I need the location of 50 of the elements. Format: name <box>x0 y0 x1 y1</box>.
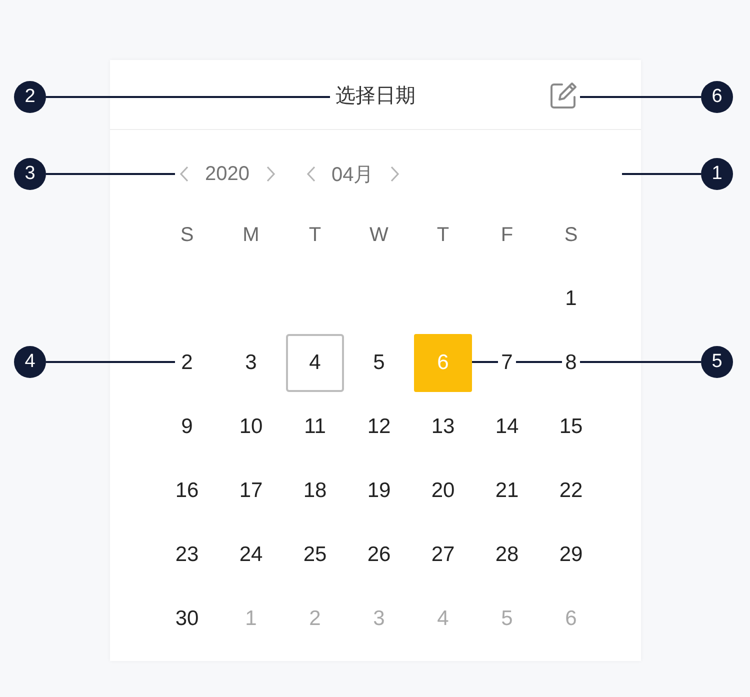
calendar-day[interactable]: 19 <box>350 462 408 520</box>
weekday-label: S <box>180 224 194 246</box>
calendar-day[interactable]: 15 <box>542 398 600 456</box>
chevron-left-icon[interactable] <box>306 166 316 182</box>
chevron-left-icon[interactable] <box>179 166 189 182</box>
calendar-day[interactable]: 23 <box>158 526 216 584</box>
calendar-day[interactable]: 22 <box>542 462 600 520</box>
calendar-day[interactable]: 28 <box>478 526 536 584</box>
calendar-day[interactable]: 17 <box>222 462 280 520</box>
calendar-day[interactable]: 1 <box>542 270 600 328</box>
edit-icon[interactable] <box>549 81 578 110</box>
chevron-right-icon[interactable] <box>266 166 276 182</box>
calendar-day[interactable]: 11 <box>286 398 344 456</box>
callout-marker: 2 <box>14 81 46 113</box>
calendar-day[interactable]: 4 <box>286 334 344 392</box>
weekday-label: W <box>370 224 388 246</box>
calendar-day[interactable]: 29 <box>542 526 600 584</box>
calendar-day[interactable]: 25 <box>286 526 344 584</box>
callout-marker: 6 <box>701 81 733 113</box>
weekday-label: T <box>436 224 450 246</box>
calendar-day[interactable]: 12 <box>350 398 408 456</box>
weekday-label: M <box>242 224 260 246</box>
callout-marker: 4 <box>14 346 46 378</box>
calendar-day[interactable]: 14 <box>478 398 536 456</box>
calendar-day[interactable]: 13 <box>414 398 472 456</box>
calendar-day[interactable]: 30 <box>158 590 216 648</box>
weekday-label: S <box>564 224 578 246</box>
year-label: 2020 <box>205 162 250 186</box>
callout-marker: 5 <box>701 346 733 378</box>
callout-marker: 1 <box>701 158 733 190</box>
calendar-day[interactable]: 20 <box>414 462 472 520</box>
chevron-right-icon[interactable] <box>390 166 400 182</box>
dialog-title: 选择日期 <box>336 84 416 109</box>
calendar-day[interactable]: 24 <box>222 526 280 584</box>
weekday-label: F <box>500 224 514 246</box>
calendar-day[interactable]: 8 <box>542 334 600 392</box>
calendar-day[interactable]: 21 <box>478 462 536 520</box>
calendar-day[interactable]: 26 <box>350 526 408 584</box>
calendar-day[interactable]: 16 <box>158 462 216 520</box>
calendar-day[interactable]: 27 <box>414 526 472 584</box>
calendar-day[interactable]: 2 <box>158 334 216 392</box>
calendar-day[interactable]: 5 <box>350 334 408 392</box>
weekday-label: T <box>308 224 322 246</box>
month-label: 04月 <box>332 162 374 188</box>
calendar-day[interactable]: 10 <box>222 398 280 456</box>
calendar-day[interactable]: 18 <box>286 462 344 520</box>
calendar-day[interactable]: 9 <box>158 398 216 456</box>
callout-marker: 3 <box>14 158 46 190</box>
calendar-day[interactable]: 7 <box>478 334 536 392</box>
calendar-day[interactable]: 3 <box>222 334 280 392</box>
